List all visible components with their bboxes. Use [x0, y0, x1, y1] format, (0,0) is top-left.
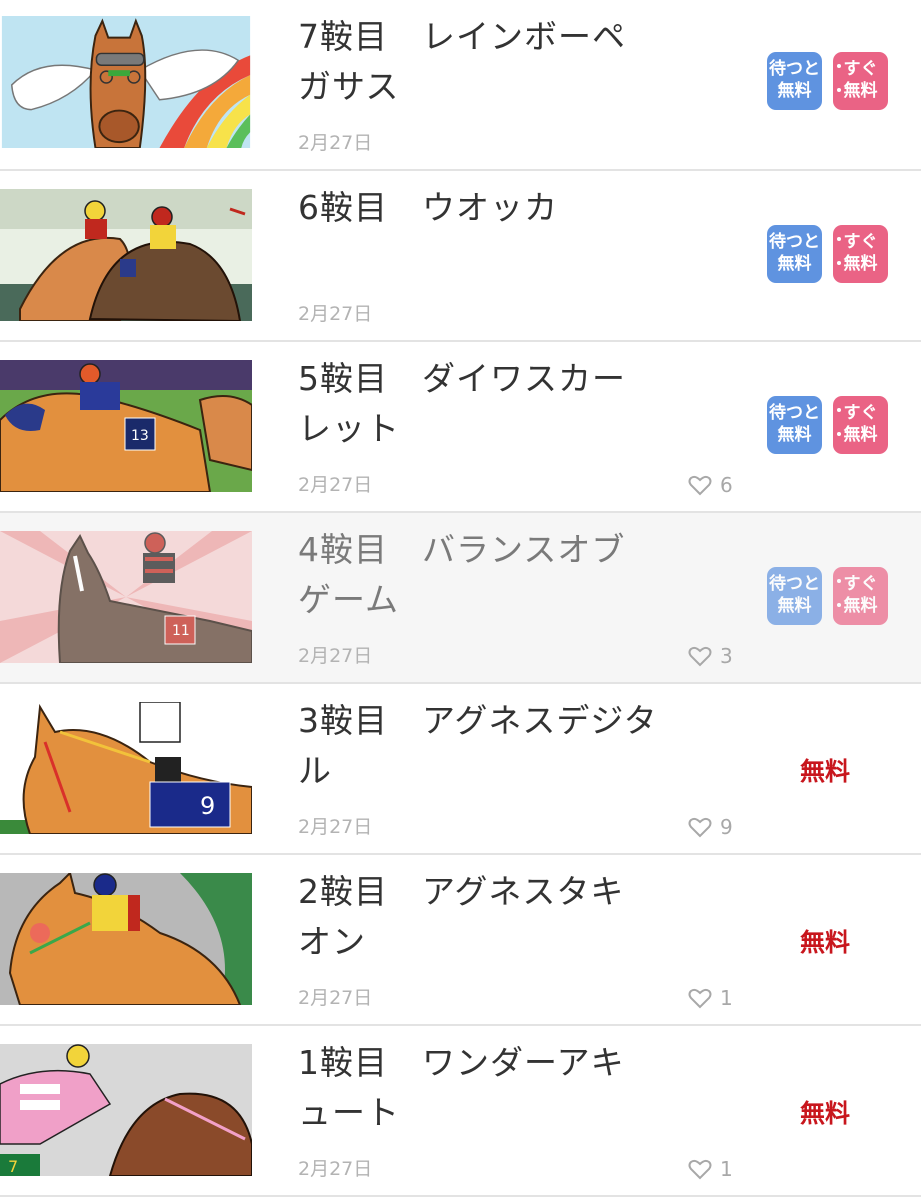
episode-date: 2月27日 — [298, 816, 373, 838]
badge-line: 無料 — [843, 254, 878, 274]
badge-line: 無料 — [777, 425, 812, 445]
badge-line: 無料 — [777, 81, 812, 101]
heart-icon — [688, 1159, 712, 1180]
like-number: 6 — [720, 473, 733, 497]
instant-free-badge: すぐ 無料 — [833, 52, 888, 110]
episode-row-4[interactable]: 11 4鞍目 バランスオブゲーム 2月27日 待つと 無料 すぐ 無料 3 — [0, 513, 921, 684]
badge-line: すぐ — [843, 232, 878, 252]
badge-line: すぐ — [843, 403, 878, 423]
like-number: 1 — [720, 986, 733, 1010]
badge-line: 無料 — [843, 425, 878, 445]
badge-line: 無料 — [843, 81, 878, 101]
episode-thumbnail: 11 — [0, 531, 252, 663]
badge-line: 待つと — [769, 403, 820, 423]
instant-free-badge: すぐ 無料 — [833, 567, 888, 625]
free-label: 無料 — [800, 757, 851, 786]
episode-row-1[interactable]: 7 1鞍目 ワンダーアキュート 2月27日 無料 1 — [0, 1026, 921, 1197]
wait-free-badge: 待つと 無料 — [767, 396, 822, 454]
wait-free-badge: 待つと 無料 — [767, 567, 822, 625]
episode-row-7[interactable]: 7鞍目 レインボーペガサス 2月27日 待つと 無料 すぐ 無料 — [0, 0, 921, 171]
wait-free-badge: 待つと 無料 — [767, 52, 822, 110]
episode-date: 2月27日 — [298, 1158, 373, 1180]
badge-line: 無料 — [777, 596, 812, 616]
badge-line: 待つと — [769, 59, 820, 79]
wait-free-badge: 待つと 無料 — [767, 225, 822, 283]
badge-line: 無料 — [777, 254, 812, 274]
episode-row-2[interactable]: 2鞍目 アグネスタキオン 2月27日 無料 1 — [0, 855, 921, 1026]
episode-thumbnail: 7 — [0, 1044, 252, 1176]
episode-title: 1鞍目 ワンダーアキュート — [298, 1043, 625, 1132]
like-count[interactable]: 1 — [688, 1157, 733, 1181]
svg-text:7: 7 — [8, 1157, 18, 1176]
heart-icon — [688, 646, 712, 667]
like-count[interactable]: 1 — [688, 986, 733, 1010]
episode-thumbnail: 9 — [0, 702, 252, 834]
svg-text:9: 9 — [200, 792, 215, 820]
heart-icon — [688, 988, 712, 1009]
badge-line: すぐ — [843, 574, 878, 594]
episode-title: 6鞍目 ウオッカ — [298, 188, 558, 227]
episode-date: 2月27日 — [298, 303, 373, 325]
episode-date: 2月27日 — [298, 132, 373, 154]
episode-thumbnail — [0, 873, 252, 1005]
free-label: 無料 — [800, 928, 851, 957]
episode-title: 3鞍目 アグネスデジタル — [298, 701, 658, 790]
like-count[interactable]: 6 — [688, 473, 733, 497]
like-count[interactable]: 3 — [688, 644, 733, 668]
heart-icon — [688, 475, 712, 496]
episode-row-6[interactable]: 6鞍目 ウオッカ 2月27日 待つと 無料 すぐ 無料 — [0, 171, 921, 342]
episode-thumbnail: 13 — [0, 360, 252, 492]
badge-line: 待つと — [769, 574, 820, 594]
heart-icon — [688, 817, 712, 838]
instant-free-badge: すぐ 無料 — [833, 396, 888, 454]
svg-text:13: 13 — [131, 428, 149, 444]
episode-title: 2鞍目 アグネスタキオン — [298, 872, 625, 961]
episode-list: 7鞍目 レインボーペガサス 2月27日 待つと 無料 すぐ 無料 6鞍目 ウオッ… — [0, 0, 921, 1197]
like-number: 9 — [720, 815, 733, 839]
badge-line: 待つと — [769, 232, 820, 252]
episode-thumbnail — [0, 189, 252, 321]
like-number: 1 — [720, 1157, 733, 1181]
like-number: 3 — [720, 644, 733, 668]
episode-row-5[interactable]: 13 5鞍目 ダイワスカーレット 2月27日 待つと 無料 すぐ 無料 6 — [0, 342, 921, 513]
badge-line: すぐ — [843, 59, 878, 79]
episode-title: 5鞍目 ダイワスカーレット — [298, 359, 626, 448]
episode-row-3[interactable]: 9 3鞍目 アグネスデジタル 2月27日 無料 9 — [0, 684, 921, 855]
episode-date: 2月27日 — [298, 474, 373, 496]
episode-date: 2月27日 — [298, 987, 373, 1009]
episode-date: 2月27日 — [298, 645, 373, 667]
badge-line: 無料 — [843, 596, 878, 616]
svg-text:11: 11 — [172, 623, 190, 639]
like-count[interactable]: 9 — [688, 815, 733, 839]
episode-title: 7鞍目 レインボーペガサス — [298, 17, 626, 106]
episode-title: 4鞍目 バランスオブゲーム — [298, 530, 626, 619]
episode-thumbnail — [0, 16, 252, 150]
free-label: 無料 — [800, 1099, 851, 1128]
instant-free-badge: すぐ 無料 — [833, 225, 888, 283]
